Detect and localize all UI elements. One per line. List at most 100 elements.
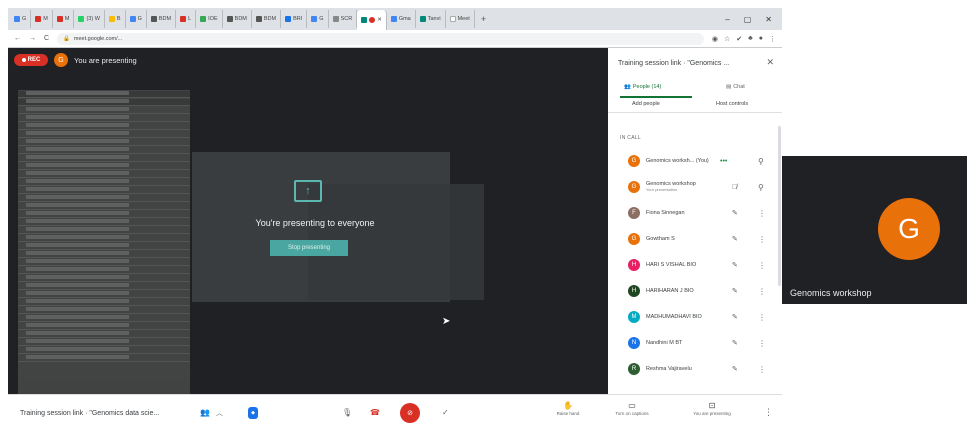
- menu-dots-icon[interactable]: ⋮: [769, 35, 776, 43]
- browser-tab[interactable]: Tanvi: [416, 10, 446, 28]
- list-item[interactable]: M MADHUMADHAVI BIO ✎ ⋮: [608, 304, 782, 330]
- list-item[interactable]: F Fiona Sinnegan ✎ ⋮: [608, 200, 782, 226]
- browser-tab[interactable]: BRI: [281, 10, 308, 28]
- panel-title: Training session link · "Genomics ...: [618, 60, 730, 67]
- check-icon[interactable]: ✓: [442, 408, 449, 417]
- browser-tab[interactable]: M: [31, 10, 53, 28]
- mic-off-icon[interactable]: ✎: [732, 313, 738, 321]
- pin-icon[interactable]: ⚲: [758, 183, 764, 192]
- mic-icon[interactable]: 🎙: [342, 408, 352, 417]
- more-options-icon[interactable]: ⋮: [758, 209, 766, 218]
- browser-tab[interactable]: (3) W: [74, 10, 105, 28]
- tab-favicon-icon: [285, 16, 292, 22]
- tab-favicon-icon: [56, 16, 63, 22]
- url-field[interactable]: 🔒 meet.google.com/...: [57, 32, 704, 45]
- check-extension-icon[interactable]: ✔: [736, 35, 742, 43]
- raise-hand-button[interactable]: ✋ Raise hand: [538, 401, 598, 416]
- add-people-link[interactable]: Add people: [632, 101, 660, 107]
- tab-label: G: [319, 16, 324, 22]
- tab-favicon-icon: [361, 17, 368, 23]
- browser-tab[interactable]: Meet: [446, 10, 475, 28]
- chevron-up-icon[interactable]: ︿: [216, 408, 223, 418]
- mic-off-icon[interactable]: ✎: [732, 261, 738, 269]
- reload-icon[interactable]: C: [44, 35, 49, 42]
- self-view-name: Genomics workshop: [790, 288, 872, 298]
- presenting-message: You're presenting to everyone: [255, 218, 375, 228]
- new-tab-button[interactable]: +: [475, 14, 492, 24]
- browser-tab[interactable]: B: [105, 10, 126, 28]
- meeting-title[interactable]: Training session link · "Genomics data s…: [20, 410, 159, 417]
- mic-off-icon[interactable]: ✎: [732, 287, 738, 295]
- more-options-icon[interactable]: ⋮: [764, 407, 773, 418]
- captions-button[interactable]: ▭ Turn on captions: [602, 401, 662, 416]
- stop-presenting-button[interactable]: Stop presenting: [270, 240, 348, 256]
- pin-icon[interactable]: ⚲: [758, 157, 764, 166]
- forward-icon[interactable]: →: [29, 35, 36, 42]
- mic-off-icon[interactable]: ✎: [732, 235, 738, 243]
- browser-tab[interactable]: SCR: [329, 10, 358, 28]
- sync-icon[interactable]: ◉: [712, 35, 718, 43]
- close-window-icon[interactable]: ✕: [765, 15, 772, 24]
- browser-tab[interactable]: G: [307, 10, 329, 28]
- hand-icon: ✋: [563, 401, 573, 410]
- meeting-controls-bar: Training session link · "Genomics data s…: [8, 394, 782, 428]
- close-icon[interactable]: ✕: [766, 57, 774, 68]
- mic-off-icon[interactable]: 🎙̸: [732, 184, 737, 191]
- puzzle-icon[interactable]: ♣: [748, 35, 753, 43]
- browser-tab[interactable]: G: [10, 10, 32, 28]
- camera-off-icon[interactable]: ⊘: [400, 403, 420, 423]
- profile-icon[interactable]: ●: [759, 35, 763, 43]
- participants-icon[interactable]: 👥: [200, 408, 210, 417]
- list-item[interactable]: H HARIHARAN J BIO ✎ ⋮: [608, 278, 782, 304]
- browser-tab[interactable]: BDM: [223, 10, 252, 28]
- tab-favicon-icon: [150, 16, 157, 22]
- more-options-icon[interactable]: ⋮: [758, 339, 766, 348]
- browser-tab[interactable]: G: [126, 10, 147, 28]
- more-options-icon[interactable]: ⋮: [758, 235, 766, 244]
- divider: [608, 112, 782, 113]
- list-item[interactable]: G Gowtham S ✎ ⋮: [608, 226, 782, 252]
- tab-favicon-icon: [449, 16, 456, 22]
- shield-icon[interactable]: ◆: [248, 407, 258, 419]
- hang-up-icon[interactable]: ☎: [370, 408, 380, 417]
- self-view-tile: G Genomics workshop: [782, 156, 967, 304]
- list-item[interactable]: H HARI S VISHAL BIO ✎ ⋮: [608, 252, 782, 278]
- maximize-icon[interactable]: ▢: [744, 15, 752, 24]
- presenting-button[interactable]: ⊡ You are presenting: [682, 401, 742, 416]
- host-controls-link[interactable]: Host controls: [716, 101, 748, 107]
- tab-people[interactable]: 👥 People (14): [624, 84, 661, 90]
- participant-name-text: Genomics worksh... (You): [646, 158, 709, 164]
- browser-tab[interactable]: BDM: [147, 10, 177, 28]
- in-call-heading: IN CALL: [620, 135, 641, 141]
- back-icon[interactable]: ←: [14, 35, 21, 42]
- mic-off-icon[interactable]: ✎: [732, 339, 738, 347]
- more-options-icon[interactable]: ⋮: [758, 313, 766, 322]
- chat-icon: ▤: [726, 84, 732, 90]
- mic-off-icon[interactable]: ✎: [732, 209, 738, 217]
- browser-tab-active[interactable]: ✕: [357, 10, 387, 30]
- participant-name-text: HARIHARAN J BIO: [646, 288, 694, 294]
- tab-favicon-icon: [226, 16, 233, 22]
- browser-tab[interactable]: L: [176, 10, 197, 28]
- list-item[interactable]: N Nandhini M BT ✎ ⋮: [608, 330, 782, 356]
- more-options-icon[interactable]: ⋮: [758, 287, 766, 296]
- recording-badge: REC: [14, 54, 48, 66]
- browser-tab[interactable]: M: [53, 10, 75, 28]
- participant-name: Nandhini M BT: [646, 340, 720, 346]
- list-item[interactable]: R Reshma Vajiravelu ✎ ⋮: [608, 356, 782, 382]
- tab-label: Gma: [398, 16, 411, 22]
- tab-chat[interactable]: ▤ Chat: [726, 84, 745, 90]
- tab-people-label: People (14): [632, 84, 662, 90]
- more-options-icon[interactable]: ⋮: [758, 365, 766, 374]
- browser-tab[interactable]: IOE: [196, 10, 223, 28]
- star-icon[interactable]: ☆: [724, 35, 730, 43]
- minimize-icon[interactable]: –: [725, 15, 729, 24]
- browser-tab[interactable]: BDM: [252, 10, 282, 28]
- more-options-icon[interactable]: ⋮: [758, 261, 766, 270]
- browser-tab[interactable]: Gma: [387, 10, 416, 28]
- mic-off-icon[interactable]: ✎: [732, 365, 738, 373]
- participant-name-text: Reshma Vajiravelu: [646, 366, 692, 372]
- list-item[interactable]: G Genomics workshop Your presentation 🎙̸ …: [608, 174, 782, 200]
- list-item[interactable]: G Genomics worksh... (You) ••• ⚲: [608, 148, 782, 174]
- tab-label: G: [137, 16, 142, 22]
